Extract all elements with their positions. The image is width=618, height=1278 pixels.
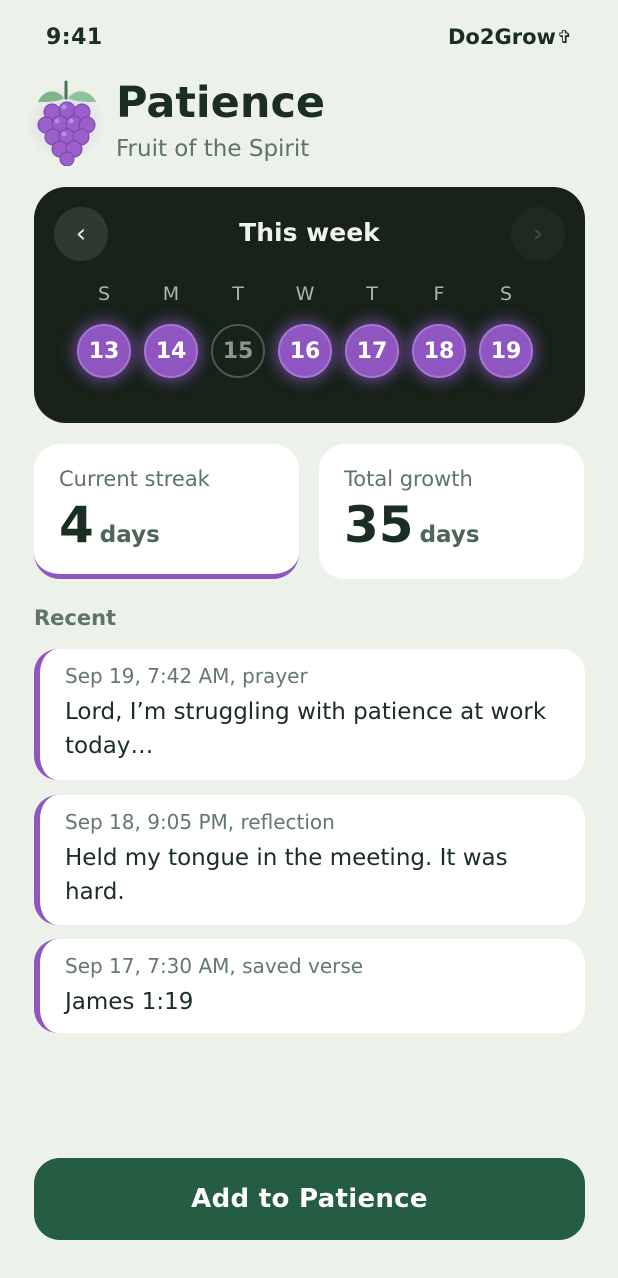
day-column: T 15 [208,283,268,393]
streak-unit: days [99,522,160,548]
entry-text: Lord, I’m struggling with patience at wo… [65,699,547,759]
day-letter: S [499,283,513,305]
day-letter: T [366,283,378,305]
day-column: T 17 [342,283,402,393]
day-column: W 16 [275,283,335,393]
status-bar: 9:41 Do2Grow ✞ [46,22,572,52]
day-column: F 18 [409,283,469,393]
entry-meta: Sep 18, 9:05 PM, reflection [65,810,335,834]
current-streak-card: Current streak 4 days [34,444,299,579]
add-to-patience-button[interactable]: Add to Patience [34,1158,585,1240]
next-week-button[interactable]: › [511,207,565,261]
streak-value-group: 4 days [59,496,160,554]
day-missed[interactable]: 15 [211,324,265,378]
status-time: 9:41 [46,24,103,50]
recent-entry[interactable]: Sep 17, 7:30 AM, saved verse James 1:19 [34,939,585,1033]
day-letter: T [232,283,244,305]
day-completed[interactable]: 14 [144,324,198,378]
recent-section-heading: Recent [34,606,117,630]
brand-logo: Do2Grow ✞ [448,25,572,49]
day-completed[interactable]: 17 [345,324,399,378]
recent-entry[interactable]: Sep 18, 9:05 PM, reflection Held my tong… [34,795,585,925]
page-title: Patience [116,78,326,128]
brand-name: Do2Grow [448,25,556,49]
week-title: This week [239,218,380,247]
total-growth-card: Total growth 35 days [319,444,584,579]
day-completed[interactable]: 19 [479,324,533,378]
growth-unit: days [419,522,480,548]
week-days-row: S 13 M 14 T 15 W 16 T 17 F 18 S 19 [74,283,544,393]
day-letter: S [97,283,111,305]
entry-meta: Sep 17, 7:30 AM, saved verse [65,954,364,978]
recent-entry[interactable]: Sep 19, 7:42 AM, prayer Lord, I’m strugg… [34,649,585,780]
entry-text: James 1:19 [65,989,194,1015]
growth-value: 35 [344,496,414,554]
day-completed[interactable]: 16 [278,324,332,378]
day-column: S 19 [476,283,536,393]
page-subtitle: Fruit of the Spirit [116,136,310,162]
day-column: S 13 [74,283,134,393]
week-tracker-card: ‹ This week › S 13 M 14 T 15 W 16 T 17 F 18 S 19 [34,187,585,423]
growth-label: Total growth [344,467,473,491]
day-completed[interactable]: 13 [77,324,131,378]
cross-icon: ✞ [556,26,572,48]
chevron-right-icon: › [532,219,544,249]
entry-meta: Sep 19, 7:42 AM, prayer [65,664,308,688]
streak-value: 4 [59,496,94,554]
day-letter: M [162,283,180,305]
day-letter: F [433,283,445,305]
entry-text: Held my tongue in the meeting. It was ha… [65,845,508,905]
streak-label: Current streak [59,467,210,491]
day-column: M 14 [141,283,201,393]
growth-value-group: 35 days [344,496,480,554]
page-header: Patience Fruit of the Spirit [28,78,584,170]
day-completed[interactable]: 18 [412,324,466,378]
day-letter: W [295,283,315,305]
grapes-icon [28,78,104,166]
